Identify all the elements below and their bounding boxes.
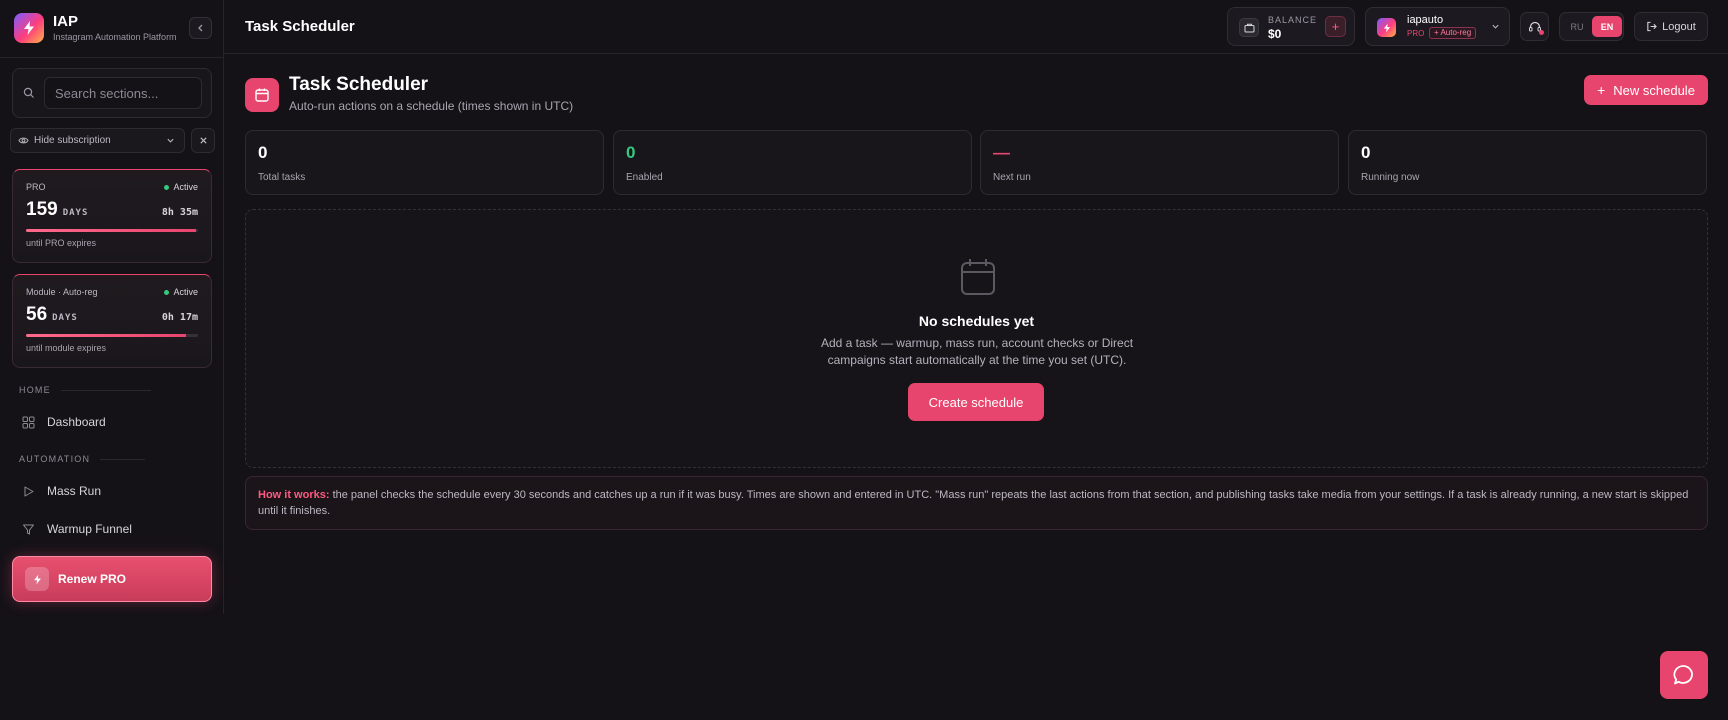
section-label-home: HOME — [19, 385, 151, 395]
chevron-down-icon — [167, 138, 174, 143]
calendar-icon — [961, 259, 995, 295]
subscription-tier: Module · Auto-reg — [26, 287, 98, 297]
days-remaining: 56 — [26, 304, 48, 325]
username: iapauto — [1407, 14, 1444, 26]
stat-label: Next run — [993, 172, 1031, 183]
add-balance-button[interactable]: + — [1325, 16, 1346, 37]
stat-enabled: 0 Enabled — [613, 130, 972, 195]
user-tier: PRO — [1407, 29, 1425, 38]
logout-button[interactable]: Logout — [1634, 12, 1708, 41]
progress-bar — [26, 334, 198, 337]
hide-subscription-label: Hide subscription — [34, 135, 111, 146]
sidebar-item-warmup-funnel[interactable]: Warmup Funnel — [12, 514, 212, 544]
notification-dot — [1539, 30, 1544, 35]
lang-ru-button[interactable]: RU — [1562, 16, 1592, 37]
eye-icon — [18, 137, 29, 144]
how-it-works-text: the panel checks the schedule every 30 s… — [258, 489, 1689, 517]
page-title: Task Scheduler — [289, 74, 429, 95]
renew-pro-label: Renew PRO — [58, 572, 127, 586]
time-remaining: 8h 35m — [161, 207, 198, 218]
empty-state-title: No schedules yet — [918, 313, 1035, 329]
funnel-icon — [23, 524, 34, 534]
subscription-card-module: Module · Auto-reg Active 56 DAYS 0h 17m u… — [12, 274, 212, 368]
sidebar-item-label: Warmup Funnel — [47, 522, 132, 536]
language-switcher: RU EN — [1559, 12, 1624, 41]
stat-value: 0 — [626, 143, 636, 162]
time-remaining: 0h 17m — [161, 312, 198, 323]
topbar-title: Task Scheduler — [245, 18, 355, 35]
close-subscription-button[interactable] — [191, 128, 215, 153]
search-input[interactable] — [44, 77, 202, 109]
brand-subtitle: Instagram Automation Platform — [53, 32, 177, 42]
support-button[interactable] — [1520, 12, 1549, 41]
wallet-icon — [1239, 18, 1259, 37]
balance-value: $0 — [1268, 27, 1282, 41]
page-subtitle: Auto-run actions on a schedule (times sh… — [289, 99, 574, 113]
new-schedule-label: New schedule — [1613, 82, 1695, 98]
stat-label: Total tasks — [258, 172, 306, 183]
days-remaining: 159 — [26, 199, 58, 220]
expiry-note: until module expires — [26, 343, 107, 353]
days-label: DAYS — [62, 208, 89, 218]
divider — [0, 57, 223, 58]
sidebar: IAP Instagram Automation Platform Hide s… — [0, 0, 224, 614]
chevron-down-icon — [1492, 24, 1499, 29]
close-icon — [199, 137, 207, 144]
chat-bubble-icon — [1673, 665, 1693, 685]
new-schedule-button[interactable]: + New schedule — [1584, 75, 1708, 105]
collapse-sidebar-button[interactable] — [189, 17, 212, 39]
brand[interactable]: IAP Instagram Automation Platform — [14, 13, 177, 43]
logout-label: Logout — [1662, 20, 1696, 33]
search-section — [12, 68, 212, 118]
lang-en-button[interactable]: EN — [1592, 16, 1622, 37]
how-it-works-note: How it works: the panel checks the sched… — [245, 476, 1708, 530]
lightning-icon — [25, 567, 49, 591]
subscription-card-pro: PRO Active 159 DAYS 8h 35m until PRO expi… — [12, 169, 212, 263]
chat-button[interactable] — [1660, 651, 1708, 699]
empty-state-description: Add a task — warmup, mass run, account c… — [820, 336, 1134, 367]
balance-widget: BALANCE $0 + — [1227, 7, 1355, 46]
avatar — [1377, 18, 1396, 37]
stat-value: — — [993, 143, 1010, 162]
calendar-icon — [245, 78, 279, 112]
stat-value: 0 — [1361, 143, 1371, 162]
status-badge: Active — [164, 287, 198, 297]
status-dot-icon — [164, 289, 170, 295]
days-label: DAYS — [52, 313, 78, 323]
status-dot-icon — [164, 184, 170, 190]
progress-bar — [26, 229, 198, 232]
play-icon — [24, 486, 34, 496]
stat-total-tasks: 0 Total tasks — [245, 130, 604, 195]
sidebar-item-label: Mass Run — [47, 484, 102, 498]
logout-icon — [1647, 21, 1658, 32]
logo-icon — [14, 13, 44, 43]
status-badge: Active — [164, 182, 198, 192]
stat-running-now: 0 Running now — [1348, 130, 1707, 195]
empty-state: No schedules yet Add a task — warmup, ma… — [245, 209, 1708, 468]
topbar: Task Scheduler BALANCE $0 + iapauto PRO … — [224, 0, 1728, 54]
account-menu[interactable]: iapauto PRO + Auto-reg — [1365, 7, 1510, 46]
brand-name: IAP — [53, 13, 79, 30]
expiry-note: until PRO expires — [26, 238, 97, 248]
sidebar-item-mass-run[interactable]: Mass Run — [12, 476, 212, 506]
search-icon — [23, 87, 34, 98]
sidebar-item-label: Dashboard — [47, 415, 106, 429]
hide-subscription-toggle[interactable]: Hide subscription — [10, 128, 185, 153]
plus-icon: + — [1597, 82, 1606, 98]
how-it-works-key: How it works: — [258, 489, 330, 501]
create-schedule-button[interactable]: Create schedule — [908, 383, 1044, 421]
section-label-automation: AUTOMATION — [19, 454, 146, 464]
stat-next-run: — Next run — [980, 130, 1339, 195]
renew-pro-button[interactable]: Renew PRO — [12, 556, 212, 602]
grid-icon — [22, 416, 35, 428]
stat-value: 0 — [258, 143, 268, 162]
balance-label: BALANCE — [1268, 15, 1318, 25]
chevron-left-icon — [197, 24, 202, 32]
stat-label: Enabled — [626, 172, 663, 183]
auto-reg-badge: + Auto-reg — [1429, 27, 1477, 39]
stat-label: Running now — [1361, 172, 1420, 183]
subscription-tier: PRO — [26, 182, 46, 192]
sidebar-item-dashboard[interactable]: Dashboard — [12, 407, 212, 437]
